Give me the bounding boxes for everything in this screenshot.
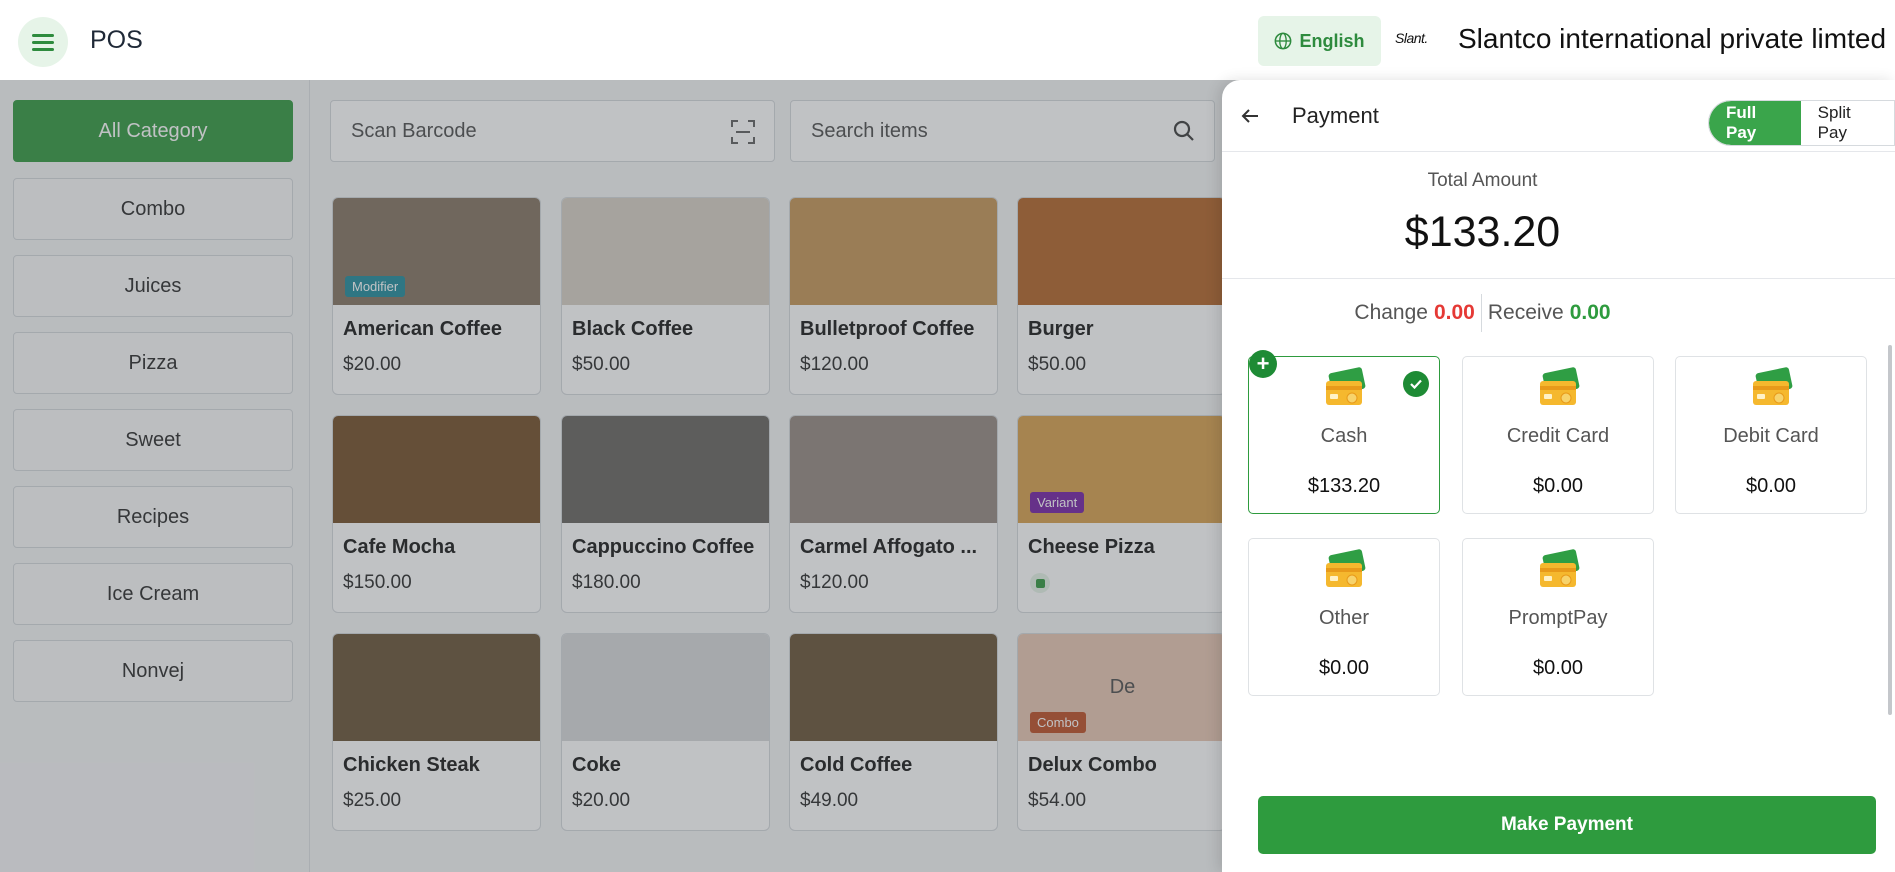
total-amount-value: $133.20 bbox=[1404, 208, 1561, 256]
payment-method-amount: $0.00 bbox=[1532, 475, 1584, 497]
payment-panel: Payment Full Pay Split Pay Total Amount … bbox=[1222, 80, 1895, 872]
payment-method-amount: $0.00 bbox=[1318, 657, 1370, 679]
language-label: English bbox=[1299, 30, 1365, 51]
payment-method-name: Cash bbox=[1320, 425, 1368, 447]
arrow-left-icon bbox=[1241, 109, 1258, 123]
divider bbox=[1222, 278, 1895, 279]
payment-header: Payment Full Pay Split Pay bbox=[1222, 80, 1895, 152]
payment-card-icon bbox=[1538, 549, 1582, 598]
payment-card-icon bbox=[1538, 367, 1582, 416]
payment-method-name: PromptPay bbox=[1508, 607, 1608, 629]
split-pay-tab[interactable]: Split Pay bbox=[1800, 101, 1894, 145]
payment-method-debit-card[interactable]: Debit Card $0.00 bbox=[1675, 356, 1867, 514]
scrollbar[interactable] bbox=[1888, 345, 1892, 715]
pay-mode-toggle: Full Pay Split Pay bbox=[1708, 100, 1895, 146]
payment-method-cash[interactable]: Cash $133.20 bbox=[1248, 356, 1440, 514]
payment-method-other[interactable]: Other $0.00 bbox=[1248, 538, 1440, 696]
payment-method-name: Debit Card bbox=[1723, 425, 1819, 447]
globe-icon bbox=[1275, 32, 1292, 50]
payment-title: Payment bbox=[1292, 103, 1379, 128]
checkmark-icon bbox=[1403, 371, 1429, 397]
payment-card-icon bbox=[1751, 367, 1795, 416]
full-pay-tab[interactable]: Full Pay bbox=[1709, 101, 1801, 145]
payment-method-credit-card[interactable]: Credit Card $0.00 bbox=[1462, 356, 1654, 514]
hamburger-menu-button[interactable] bbox=[18, 17, 68, 67]
make-payment-button[interactable]: Make Payment bbox=[1258, 796, 1876, 854]
total-amount-label: Total Amount bbox=[1427, 170, 1538, 191]
payment-method-amount: $133.20 bbox=[1307, 475, 1381, 497]
menu-icon bbox=[32, 34, 54, 51]
payment-method-amount: $0.00 bbox=[1745, 475, 1797, 497]
back-button[interactable] bbox=[1236, 102, 1264, 130]
receive-value: 0.00 bbox=[1569, 301, 1611, 324]
app-title: POS bbox=[90, 26, 143, 54]
top-header: POS English Slant. Slantco international… bbox=[0, 0, 1895, 80]
separator bbox=[1480, 294, 1482, 332]
change-receive-row: Change 0.00 Receive 0.00 bbox=[1222, 294, 1743, 332]
payment-card-icon bbox=[1324, 367, 1368, 416]
payment-method-amount: $0.00 bbox=[1532, 657, 1584, 679]
company-name: Slantco international private limted bbox=[1458, 23, 1887, 54]
payment-method-name: Credit Card bbox=[1506, 425, 1610, 447]
receive-label: Receive bbox=[1487, 301, 1564, 324]
language-selector[interactable]: English bbox=[1258, 16, 1381, 66]
add-payment-icon[interactable]: + bbox=[1249, 350, 1277, 378]
payment-method-promptpay[interactable]: PromptPay $0.00 bbox=[1462, 538, 1654, 696]
change-label: Change bbox=[1354, 301, 1428, 324]
brand-logo: Slant. bbox=[1395, 30, 1428, 46]
payment-card-icon bbox=[1324, 549, 1368, 598]
payment-method-name: Other bbox=[1318, 607, 1370, 629]
change-value: 0.00 bbox=[1433, 301, 1475, 324]
